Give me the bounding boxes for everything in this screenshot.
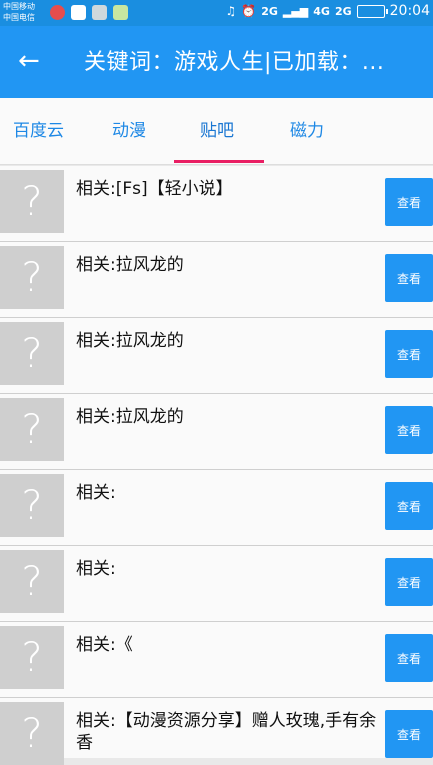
question-mark-icon: ? — [21, 634, 43, 681]
question-mark-icon: ? — [21, 558, 43, 605]
result-list: ? 相关:[Fs]【轻小说】 查看 ? 相关:拉风龙的 查看 ? 相关:拉风龙的… — [0, 166, 433, 765]
view-button[interactable]: 查看 — [385, 178, 433, 226]
list-item[interactable]: ? 相关:拉风龙的 查看 — [0, 394, 433, 470]
carrier-info: 中国移动 中国电信 — [3, 1, 35, 23]
list-item[interactable]: ? 相关:[Fs]【轻小说】 查看 — [0, 166, 433, 242]
carrier-2: 中国电信 — [3, 13, 35, 22]
placeholder-image: ? — [0, 170, 64, 233]
app-bar: ← 关键词：游戏人生|已加载：... — [0, 26, 433, 98]
list-item[interactable]: ? 相关:【动漫资源分享】赠人玫瑰,手有余香 查看 — [0, 698, 433, 765]
item-title: 相关:《 — [76, 635, 133, 655]
battery-icon — [356, 4, 388, 18]
image-icon — [92, 5, 107, 20]
question-mark-icon: ? — [21, 330, 43, 377]
placeholder-image: ? — [0, 550, 64, 613]
alarm-icon: ⏰ — [241, 4, 257, 18]
question-mark-icon: ? — [21, 710, 43, 757]
item-title: 相关:【动漫资源分享】赠人玫瑰,手有余香 — [76, 711, 377, 753]
clock: 20:04 — [389, 3, 430, 19]
item-title: 相关:拉风龙的 — [76, 255, 184, 275]
list-item[interactable]: ? 相关:《 查看 — [0, 622, 433, 698]
headphones-icon: ♫ — [225, 4, 237, 18]
question-mark-icon: ? — [21, 482, 43, 529]
view-button[interactable]: 查看 — [385, 634, 433, 682]
active-tab-indicator — [174, 160, 264, 163]
view-button[interactable]: 查看 — [385, 254, 433, 302]
tab-anime[interactable]: 动漫 — [112, 98, 146, 164]
list-item[interactable]: ? 相关:拉风龙的 查看 — [0, 318, 433, 394]
item-title: 相关:拉风龙的 — [76, 407, 184, 427]
placeholder-image: ? — [0, 398, 64, 461]
tab-baidu-cloud[interactable]: 百度云 — [13, 98, 64, 164]
question-mark-icon: ? — [21, 406, 43, 453]
item-title: 相关: — [76, 483, 116, 503]
carrier-1: 中国移动 — [3, 2, 35, 11]
placeholder-image: ? — [0, 322, 64, 385]
list-item[interactable]: ? 相关:拉风龙的 查看 — [0, 242, 433, 318]
view-button[interactable]: 查看 — [385, 482, 433, 530]
view-button[interactable]: 查看 — [385, 406, 433, 454]
tab-magnet[interactable]: 磁力 — [290, 98, 324, 164]
item-title: 相关: — [76, 559, 116, 579]
network-4g-label: 4G — [313, 4, 330, 18]
arrow-left-icon[interactable]: ← — [18, 44, 40, 78]
placeholder-image: ? — [0, 702, 64, 765]
network-2g-label-2: 2G — [334, 4, 352, 18]
placeholder-image: ? — [0, 626, 64, 689]
list-item[interactable]: ? 相关: 查看 — [0, 470, 433, 546]
notification-icon — [71, 5, 86, 20]
view-button[interactable]: 查看 — [385, 330, 433, 378]
item-title: 相关:[Fs]【轻小说】 — [76, 179, 233, 199]
list-item[interactable]: ? 相关: 查看 — [0, 546, 433, 622]
weibo-icon — [50, 5, 65, 20]
network-2g-label: 2G — [261, 4, 278, 18]
signal-icon: ▂▄▆ — [282, 4, 309, 18]
app-icon — [113, 5, 128, 20]
item-title: 相关:拉风龙的 — [76, 331, 184, 351]
question-mark-icon: ? — [21, 254, 43, 301]
placeholder-image: ? — [0, 474, 64, 537]
tab-tieba[interactable]: 贴吧 — [200, 98, 234, 164]
placeholder-image: ? — [0, 246, 64, 309]
view-button[interactable]: 查看 — [385, 558, 433, 606]
status-right: ♫ ⏰ 2G ▂▄▆ 4G 2G 20:04 — [225, 3, 433, 19]
page-title: 关键词：游戏人生|已加载：... — [84, 50, 385, 75]
view-button[interactable]: 查看 — [385, 710, 433, 758]
status-bar: 中国移动 中国电信 ♫ ⏰ 2G ▂▄▆ 4G 2G 20:04 — [0, 0, 433, 26]
tab-bar: 百度云 动漫 贴吧 磁力 — [0, 98, 433, 165]
notification-icons — [50, 5, 128, 20]
question-mark-icon: ? — [21, 178, 43, 225]
